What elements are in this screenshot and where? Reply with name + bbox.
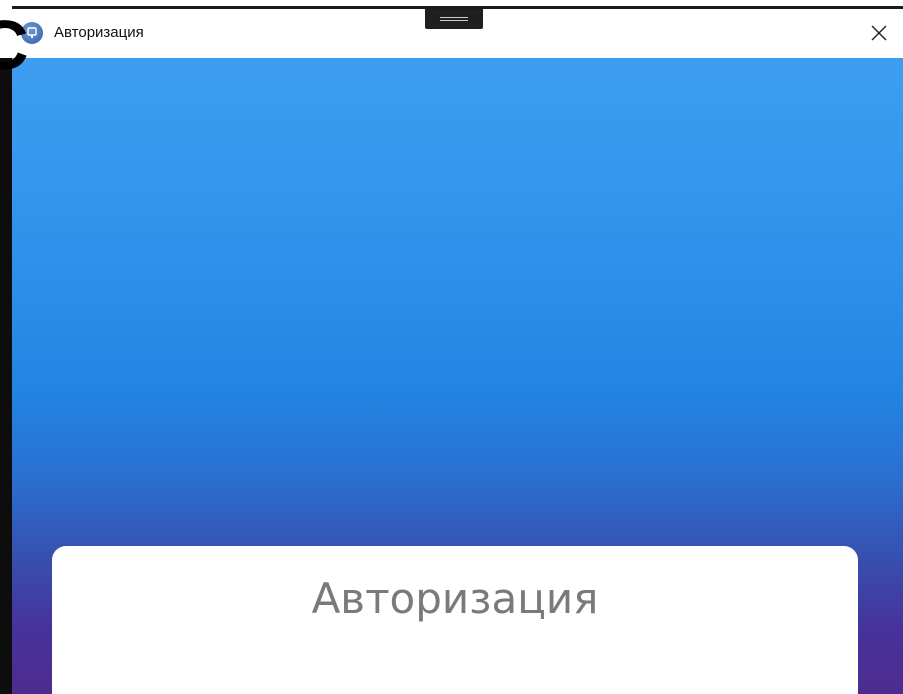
stray-overlay-glyph: C [0,6,29,84]
gradient-background: Авторизация [12,58,903,694]
close-icon [871,25,887,41]
login-card-title: Авторизация [311,574,599,623]
drag-handle-line [440,20,468,21]
close-button[interactable] [859,15,899,51]
window-title: Авторизация [54,24,144,41]
window-left-edge [0,58,12,694]
screen: Авторизация Авторизация C [0,0,903,694]
drag-handle-line [440,17,468,18]
window-drag-handle[interactable] [425,9,483,29]
login-card: Авторизация [52,546,858,694]
